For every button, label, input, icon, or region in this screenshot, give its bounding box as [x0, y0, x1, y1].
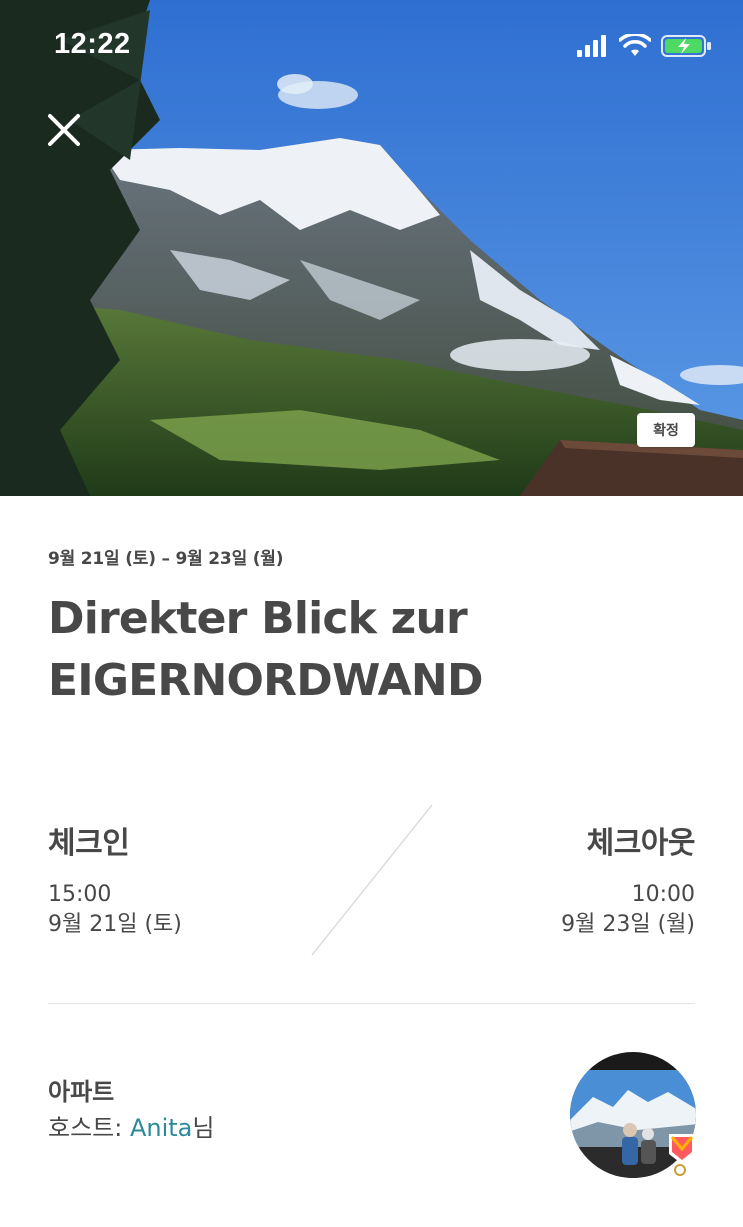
- checkin-checkout-divider: [311, 804, 433, 956]
- checkout-date: 9월 23일 (월): [561, 912, 695, 937]
- host-prefix: 호스트:: [48, 1114, 130, 1142]
- battery-charging-icon: [661, 35, 711, 57]
- listing-title-line1: Direkter Blick zur: [48, 593, 468, 644]
- host-suffix: 님: [192, 1114, 215, 1142]
- superhost-badge-icon: [669, 1134, 695, 1177]
- listing-hero-image: 12:22 확정: [0, 0, 743, 496]
- checkin-date: 9월 21일 (토): [48, 912, 182, 937]
- status-bar: 12:22: [0, 0, 743, 92]
- host-line: 호스트: Anita님: [48, 1108, 214, 1143]
- room-type: 아파트: [48, 1078, 115, 1106]
- checkout-time: 10:00: [631, 882, 695, 907]
- status-time: 12:22: [54, 28, 131, 60]
- signal-icon: [577, 35, 606, 57]
- close-button[interactable]: [42, 108, 86, 152]
- section-divider: [48, 1003, 695, 1004]
- status-badge: 확정: [637, 413, 695, 447]
- status-icons: [577, 34, 717, 58]
- checkout-block: 체크아웃 10:00 9월 23일 (월): [561, 818, 695, 940]
- host-name-link[interactable]: Anita: [130, 1114, 192, 1142]
- host-avatar[interactable]: [568, 1052, 698, 1182]
- listing-title: Direkter Blick zur EIGERNORDWAND: [48, 588, 688, 712]
- checkout-label: 체크아웃: [586, 826, 696, 861]
- checkin-time: 15:00: [48, 882, 112, 907]
- date-range: 9월 21일 (토) – 9월 23일 (월): [48, 549, 284, 569]
- wifi-icon: [619, 34, 651, 56]
- close-icon: [48, 114, 80, 146]
- checkin-block: 체크인 15:00 9월 21일 (토): [48, 818, 182, 940]
- checkin-label: 체크인: [48, 826, 130, 861]
- listing-title-line2: EIGERNORDWAND: [48, 655, 483, 706]
